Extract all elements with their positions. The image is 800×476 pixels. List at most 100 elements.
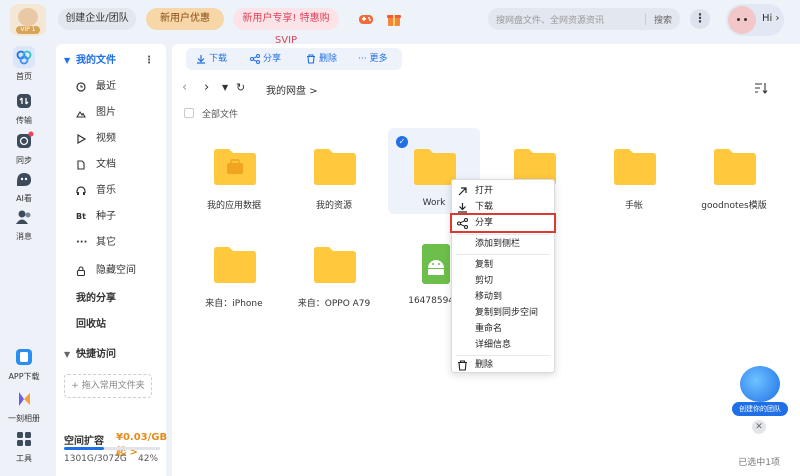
rail-item-album[interactable]: 一刻相册: [0, 388, 48, 424]
create-team-label: 创建你的团队: [732, 402, 788, 416]
more-menu-button[interactable]: ⋮: [690, 9, 710, 29]
cloud-bar-chart-icon: [740, 366, 780, 402]
search-button[interactable]: 搜索: [654, 13, 672, 26]
rail-item-ai[interactable]: AI看: [0, 168, 48, 204]
download-button[interactable]: 下载: [196, 52, 227, 66]
folder-icon: [614, 149, 656, 185]
file-item-notebook[interactable]: 手帐: [588, 128, 680, 214]
rail-item-app-download[interactable]: APP下载: [0, 346, 48, 382]
select-all-checkbox[interactable]: [184, 108, 194, 118]
checkmark-icon[interactable]: ✓: [396, 136, 408, 148]
sync-icon: [17, 131, 34, 148]
user-avatar: [728, 6, 756, 34]
sidebar-item-documents[interactable]: 文档: [56, 154, 166, 176]
create-team-button[interactable]: 创建企业/团队: [58, 8, 136, 30]
rail-item-transfer[interactable]: 传输: [0, 90, 48, 126]
rail-label: 一刻相册: [8, 414, 40, 423]
quota-label: 空间扩容: [64, 436, 104, 447]
rail-item-home[interactable]: 首页: [0, 46, 48, 82]
bt-icon: Bt: [76, 212, 86, 221]
icon-rail: 首页 传输 同步 AI看 消息 APP下载 一刻相册 工具: [0, 40, 48, 476]
caret-down-icon[interactable]: ▼: [64, 50, 70, 72]
close-icon[interactable]: ✕: [752, 420, 766, 434]
sidebar-my-files[interactable]: ▼ 我的文件 ⋮: [56, 50, 166, 72]
sidebar-item-torrent[interactable]: Bt 种子: [56, 206, 166, 228]
ai-icon: [17, 173, 31, 186]
sidebar-options-icon[interactable]: ⋮: [144, 50, 154, 72]
video-icon: [77, 134, 86, 144]
rail-label: 同步: [16, 156, 32, 165]
back-arrow-icon[interactable]: ‹: [182, 80, 187, 95]
sidebar-item-music[interactable]: 音乐: [56, 180, 166, 202]
transfer-icon: [17, 94, 31, 108]
image-icon: [76, 110, 86, 118]
forward-arrow-icon[interactable]: ›: [204, 80, 209, 95]
refresh-icon[interactable]: ↻: [236, 81, 245, 94]
sidebar-item-other[interactable]: ··· 其它: [56, 232, 166, 254]
gamepad-icon[interactable]: [358, 11, 374, 27]
sidebar-recycle-bin[interactable]: 回收站: [56, 314, 166, 336]
create-team-float-button[interactable]: 创建你的团队: [732, 366, 788, 418]
new-user-offer-button[interactable]: 新用户优惠: [146, 8, 224, 30]
search-box[interactable]: 搜网盘文件、全网资源资讯 搜索: [488, 8, 680, 30]
menu-item-download[interactable]: 下载: [452, 199, 554, 215]
quota-progress-fill: [64, 447, 105, 450]
pin-folder-dropzone[interactable]: + 拖入常用文件夹: [64, 374, 152, 398]
more-dots-icon: ···: [358, 54, 370, 64]
menu-item-cut[interactable]: 剪切: [452, 273, 554, 289]
vip-badge: VIP 1: [16, 26, 40, 34]
sort-icon[interactable]: [754, 82, 768, 94]
caret-down-icon[interactable]: ▼: [64, 344, 70, 366]
rail-item-sync[interactable]: 同步: [0, 130, 48, 166]
menu-item-rename[interactable]: 重命名: [452, 321, 554, 337]
menu-item-move-to[interactable]: 移动到: [452, 289, 554, 305]
tools-icon: [17, 432, 31, 446]
avatar-eye: [737, 18, 740, 21]
sidebar-item-recent[interactable]: 最近: [56, 76, 166, 98]
sidebar-item-video[interactable]: 视频: [56, 128, 166, 150]
user-profile-button[interactable]: Hi ›: [726, 4, 784, 36]
rail-label: 首页: [16, 72, 32, 81]
greeting-text: Hi ›: [762, 13, 780, 24]
gift-icon[interactable]: [386, 11, 402, 27]
search-input[interactable]: 搜网盘文件、全网资源资讯: [496, 13, 604, 26]
menu-item-delete[interactable]: 删除: [452, 357, 554, 373]
menu-item-copy-to-sync[interactable]: 复制到同步空间: [452, 305, 554, 321]
menu-item-share[interactable]: 分享: [450, 213, 556, 233]
menu-item-open[interactable]: 打开: [452, 183, 554, 199]
file-item-goodnotes[interactable]: goodnotes模版: [688, 128, 780, 214]
sidebar-item-hidden-space[interactable]: 隐藏空间: [56, 260, 166, 282]
download-icon: [197, 54, 205, 64]
share-icon: [250, 53, 260, 64]
home-icon: [13, 46, 35, 68]
document-icon: [77, 160, 85, 170]
menu-item-copy[interactable]: 复制: [452, 257, 554, 273]
list-header: 全部文件: [182, 106, 790, 122]
file-item-app-data[interactable]: 我的应用数据: [188, 128, 280, 214]
delete-button[interactable]: 删除: [306, 52, 337, 66]
sidebar-my-share[interactable]: 我的分享: [56, 288, 166, 310]
menu-item-add-to-sidebar[interactable]: 添加到侧栏: [452, 236, 554, 252]
file-item-oppo[interactable]: 来自：OPPO A79: [288, 226, 380, 312]
clock-icon: [76, 82, 86, 92]
lock-icon: [76, 266, 86, 276]
folder-icon: [314, 247, 356, 283]
svip-promo-link[interactable]: 新用户专享! 特惠购SVIP: [233, 8, 339, 46]
top-bar: VIP 1 创建企业/团队 新用户优惠 新用户专享! 特惠购SVIP 搜网盘文件…: [0, 0, 800, 46]
folder-icon: [214, 247, 256, 283]
rail-item-tools[interactable]: 工具: [0, 428, 48, 464]
vip-avatar-logo[interactable]: VIP 1: [10, 4, 46, 36]
quota-used-text: 1301G/3072G: [64, 454, 127, 464]
breadcrumb[interactable]: 我的网盘 >: [266, 82, 318, 97]
more-button[interactable]: ··· 更多: [358, 52, 387, 66]
menu-item-details[interactable]: 详细信息: [452, 337, 554, 353]
share-button[interactable]: 分享: [250, 52, 281, 66]
history-dropdown-icon[interactable]: ▼: [222, 83, 228, 92]
sidebar-quick-access[interactable]: ▼ 快捷访问: [56, 344, 166, 366]
sidebar-item-images[interactable]: 图片: [56, 102, 166, 124]
file-item-iphone[interactable]: 来自：iPhone: [188, 226, 280, 312]
file-item-my-resources[interactable]: 我的资源: [288, 128, 380, 214]
rail-label: APP下载: [8, 372, 40, 381]
rail-item-message[interactable]: 消息: [0, 206, 48, 242]
navigation-row: ‹ › ▼ ↻ 我的网盘 >: [182, 78, 782, 98]
